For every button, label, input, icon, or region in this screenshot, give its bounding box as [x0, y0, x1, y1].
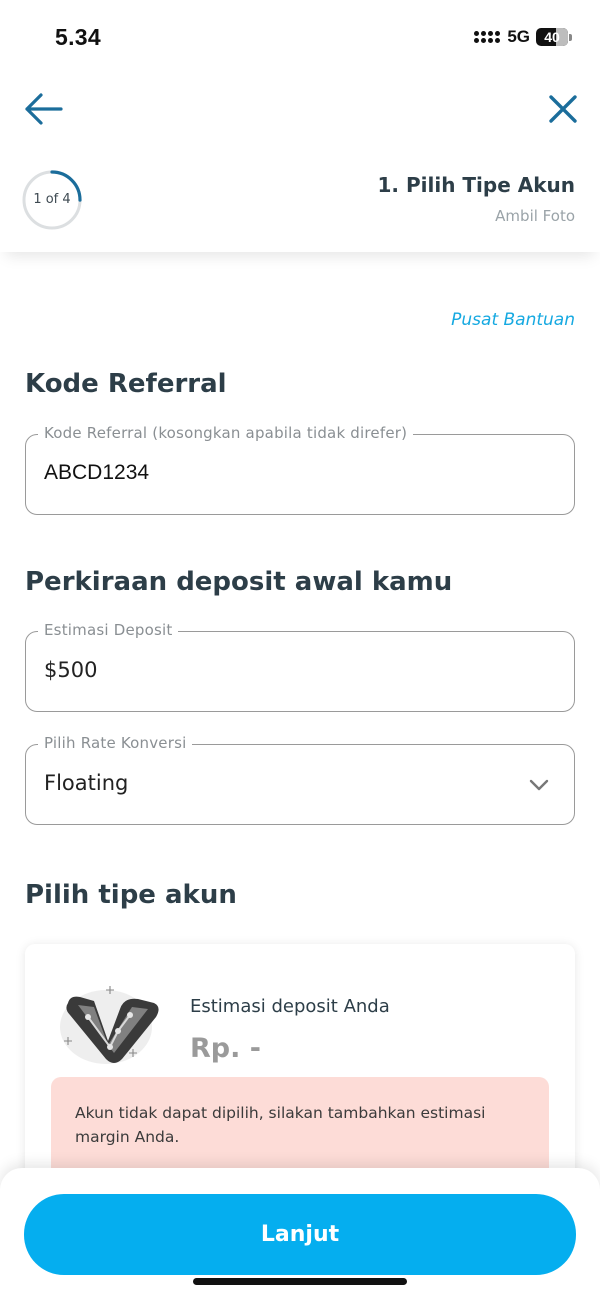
help-center-link[interactable]: Pusat Bantuan	[451, 310, 575, 330]
status-time: 5.34	[55, 24, 101, 50]
deposit-estimate-field[interactable]: Estimasi Deposit $500	[25, 621, 575, 712]
step-title: 1. Pilih Tipe Akun	[377, 173, 576, 197]
network-label: 5G	[507, 27, 530, 46]
signal-icon	[474, 31, 501, 43]
close-icon	[549, 95, 577, 123]
home-indicator	[193, 1278, 407, 1285]
estimated-deposit-label: Estimasi deposit Anda	[190, 996, 390, 1017]
chevron-down-icon	[529, 779, 549, 791]
deposit-estimate-label: Estimasi Deposit	[38, 621, 179, 639]
step-progress-text: 1 of 4	[33, 192, 71, 207]
referral-code-value: ABCD1234	[44, 461, 150, 484]
battery-level: 40	[544, 29, 560, 45]
status-bar: 5.34 5G 40	[0, 0, 600, 76]
conversion-rate-select[interactable]: Pilih Rate Konversi Floating	[25, 734, 575, 825]
close-button[interactable]	[544, 90, 582, 128]
battery-icon: 40	[536, 28, 568, 46]
back-button[interactable]	[22, 88, 64, 130]
continue-button[interactable]: Lanjut	[24, 1194, 576, 1275]
deposit-section-title: Perkiraan deposit awal kamu	[25, 567, 453, 597]
conversion-rate-label: Pilih Rate Konversi	[38, 734, 193, 752]
estimated-deposit-value: Rp. -	[190, 1033, 261, 1064]
referral-code-label: Kode Referral (kosongkan apabila tidak d…	[38, 424, 414, 442]
battery-cap	[569, 33, 572, 41]
conversion-rate-value: Floating	[44, 771, 129, 795]
referral-section-title: Kode Referral	[25, 369, 227, 399]
status-indicators: 5G 40	[474, 27, 572, 47]
account-type-section-title: Pilih tipe akun	[25, 880, 237, 910]
step-subtitle: Ambil Foto	[495, 207, 575, 225]
account-logo-icon	[60, 986, 159, 1064]
wizard-header	[0, 76, 600, 252]
referral-code-field[interactable]: Kode Referral (kosongkan apabila tidak d…	[25, 424, 575, 515]
deposit-estimate-value: $500	[44, 658, 98, 682]
arrow-left-icon	[25, 93, 63, 125]
